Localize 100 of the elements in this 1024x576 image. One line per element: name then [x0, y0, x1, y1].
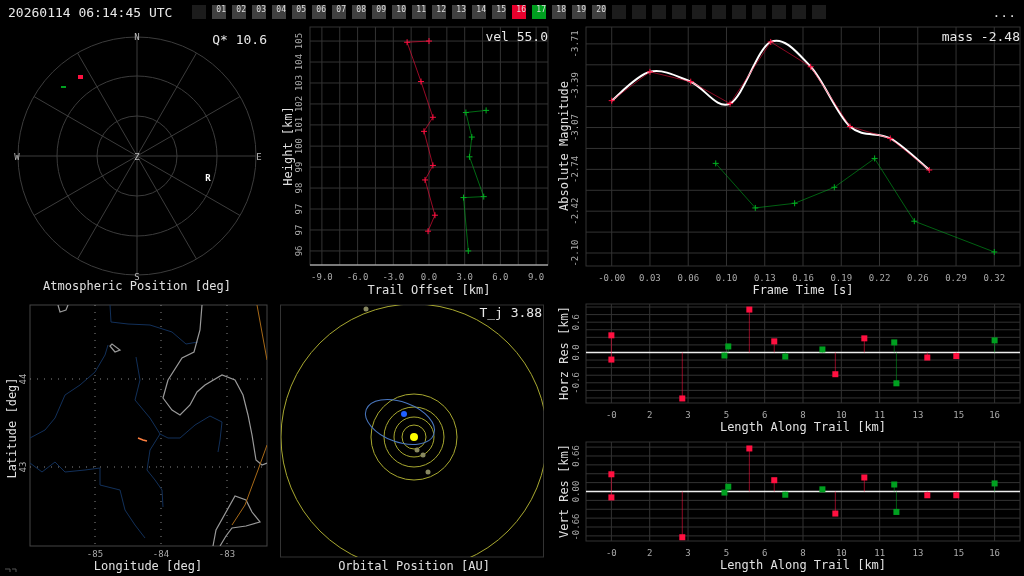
magnitude-point [871, 154, 879, 162]
empty-frame-slot [732, 5, 746, 19]
frame-button[interactable]: 08 [352, 5, 366, 19]
tick-label: 99 [294, 161, 304, 173]
station-label: R [205, 173, 211, 183]
tick-label: 9.0 [527, 272, 545, 282]
frame-button[interactable]: 02 [232, 5, 246, 19]
tick-label: 3 [685, 410, 691, 420]
residual-marker [832, 510, 839, 517]
planet [425, 469, 431, 475]
frame-button[interactable]: 04 [272, 5, 286, 19]
tick-label: -3.39 [570, 72, 580, 100]
tick-label: -84 [152, 549, 170, 559]
residual-marker [782, 491, 789, 498]
tick-label: -3.0 [382, 272, 405, 282]
residual-marker [721, 352, 728, 359]
tick-label: 100 [294, 138, 304, 155]
tick-label: 16 [989, 548, 1001, 558]
frame-button[interactable]: 06 [312, 5, 326, 19]
tick-label: 13 [912, 410, 924, 420]
magnitude-point [990, 248, 998, 256]
residual-marker [608, 471, 615, 478]
tick-label: 3.0 [456, 272, 473, 282]
tick-label: 43 [18, 461, 28, 473]
track-marker [78, 75, 83, 79]
tick-label: 0.29 [945, 273, 967, 283]
frame-button[interactable]: 15 [492, 5, 506, 19]
trail-point [464, 247, 472, 255]
tick-label: 6 [761, 410, 768, 420]
track-marker [61, 86, 66, 88]
trail-point [425, 37, 433, 45]
axis-title: Frame Time [s] [752, 283, 854, 297]
frame-button[interactable]: 09 [372, 5, 386, 19]
tick-label: 0.10 [715, 273, 738, 283]
tick-label: 0.32 [983, 273, 1006, 283]
frame-button[interactable]: 07 [332, 5, 346, 19]
q-factor-label: Q* 10.6 [212, 32, 267, 47]
residual-marker [771, 477, 778, 484]
trail-point [468, 133, 476, 141]
tick-label: -83 [218, 549, 236, 559]
logo-icon [4, 568, 17, 573]
tick-label: 5 [723, 548, 730, 558]
tick-label: -9.0 [311, 272, 333, 282]
tick-label: -3.07 [570, 114, 580, 142]
frame-button[interactable]: 13 [452, 5, 466, 19]
tick-label: 0.6 [571, 314, 581, 331]
trail-point [429, 161, 437, 169]
axis-title: Length Along Trail [km] [719, 558, 887, 572]
magnitude-point [791, 199, 799, 207]
trail-point [480, 193, 488, 201]
frame-button[interactable]: 03 [252, 5, 266, 19]
frame-button[interactable]: 05 [292, 5, 306, 19]
frame-button[interactable]: 20 [592, 5, 606, 19]
tick-label: -2.10 [570, 239, 580, 267]
more-menu-button[interactable]: ... [992, 4, 1016, 20]
tick-label: -0 [605, 410, 617, 420]
magnitude-point [910, 217, 918, 225]
residual-marker [832, 371, 839, 378]
tick-label: 2 [647, 410, 653, 420]
frame-button[interactable]: 14 [472, 5, 486, 19]
tick-label: 15 [953, 410, 965, 420]
tick-label: 8 [800, 410, 806, 420]
residual-marker [891, 481, 898, 488]
tick-label: 103 [294, 74, 304, 92]
empty-frame-slot [612, 5, 626, 19]
frame-button[interactable]: 16 [512, 5, 526, 19]
trail-point [429, 113, 437, 121]
residual-marker [725, 343, 732, 350]
empty-frame-slot [772, 5, 786, 19]
tick-label: -85 [86, 549, 104, 559]
frame-button[interactable]: 18 [552, 5, 566, 19]
magnitude-point [687, 78, 695, 86]
tick-label: 44 [18, 373, 28, 385]
tick-label: -6.0 [346, 272, 369, 282]
frame-button[interactable]: 12 [432, 5, 446, 19]
tick-label: 104 [294, 53, 304, 71]
tick-label: 10 [835, 410, 847, 420]
tick-label: 0.0 [571, 344, 581, 361]
trail-point [465, 153, 473, 161]
zenith-label: Z [134, 152, 140, 162]
timestamp: 20260114 06:14:45 UTC [8, 4, 174, 20]
empty-frame-slot [692, 5, 706, 19]
magnitude-point [646, 68, 654, 76]
tick-label: 11 [874, 548, 886, 558]
residual-marker [608, 356, 615, 363]
frame-button[interactable]: 19 [572, 5, 586, 19]
frame-button[interactable]: 10 [392, 5, 406, 19]
tick-label: 0.06 [677, 273, 700, 283]
empty-frame-slot [672, 5, 686, 19]
frame-button[interactable]: 01 [212, 5, 226, 19]
residual-marker [953, 353, 960, 360]
frame-button[interactable]: 11 [412, 5, 426, 19]
residual-marker [746, 445, 753, 452]
tick-label: 11 [874, 410, 886, 420]
tick-label: 0.13 [753, 273, 776, 283]
tick-label: -0.6 [571, 371, 581, 394]
axis-title: Orbital Position [AU] [338, 559, 490, 573]
tick-label: -2.42 [570, 197, 580, 225]
tick-label: -0.00 [598, 273, 626, 283]
empty-frame-slot [792, 5, 806, 19]
